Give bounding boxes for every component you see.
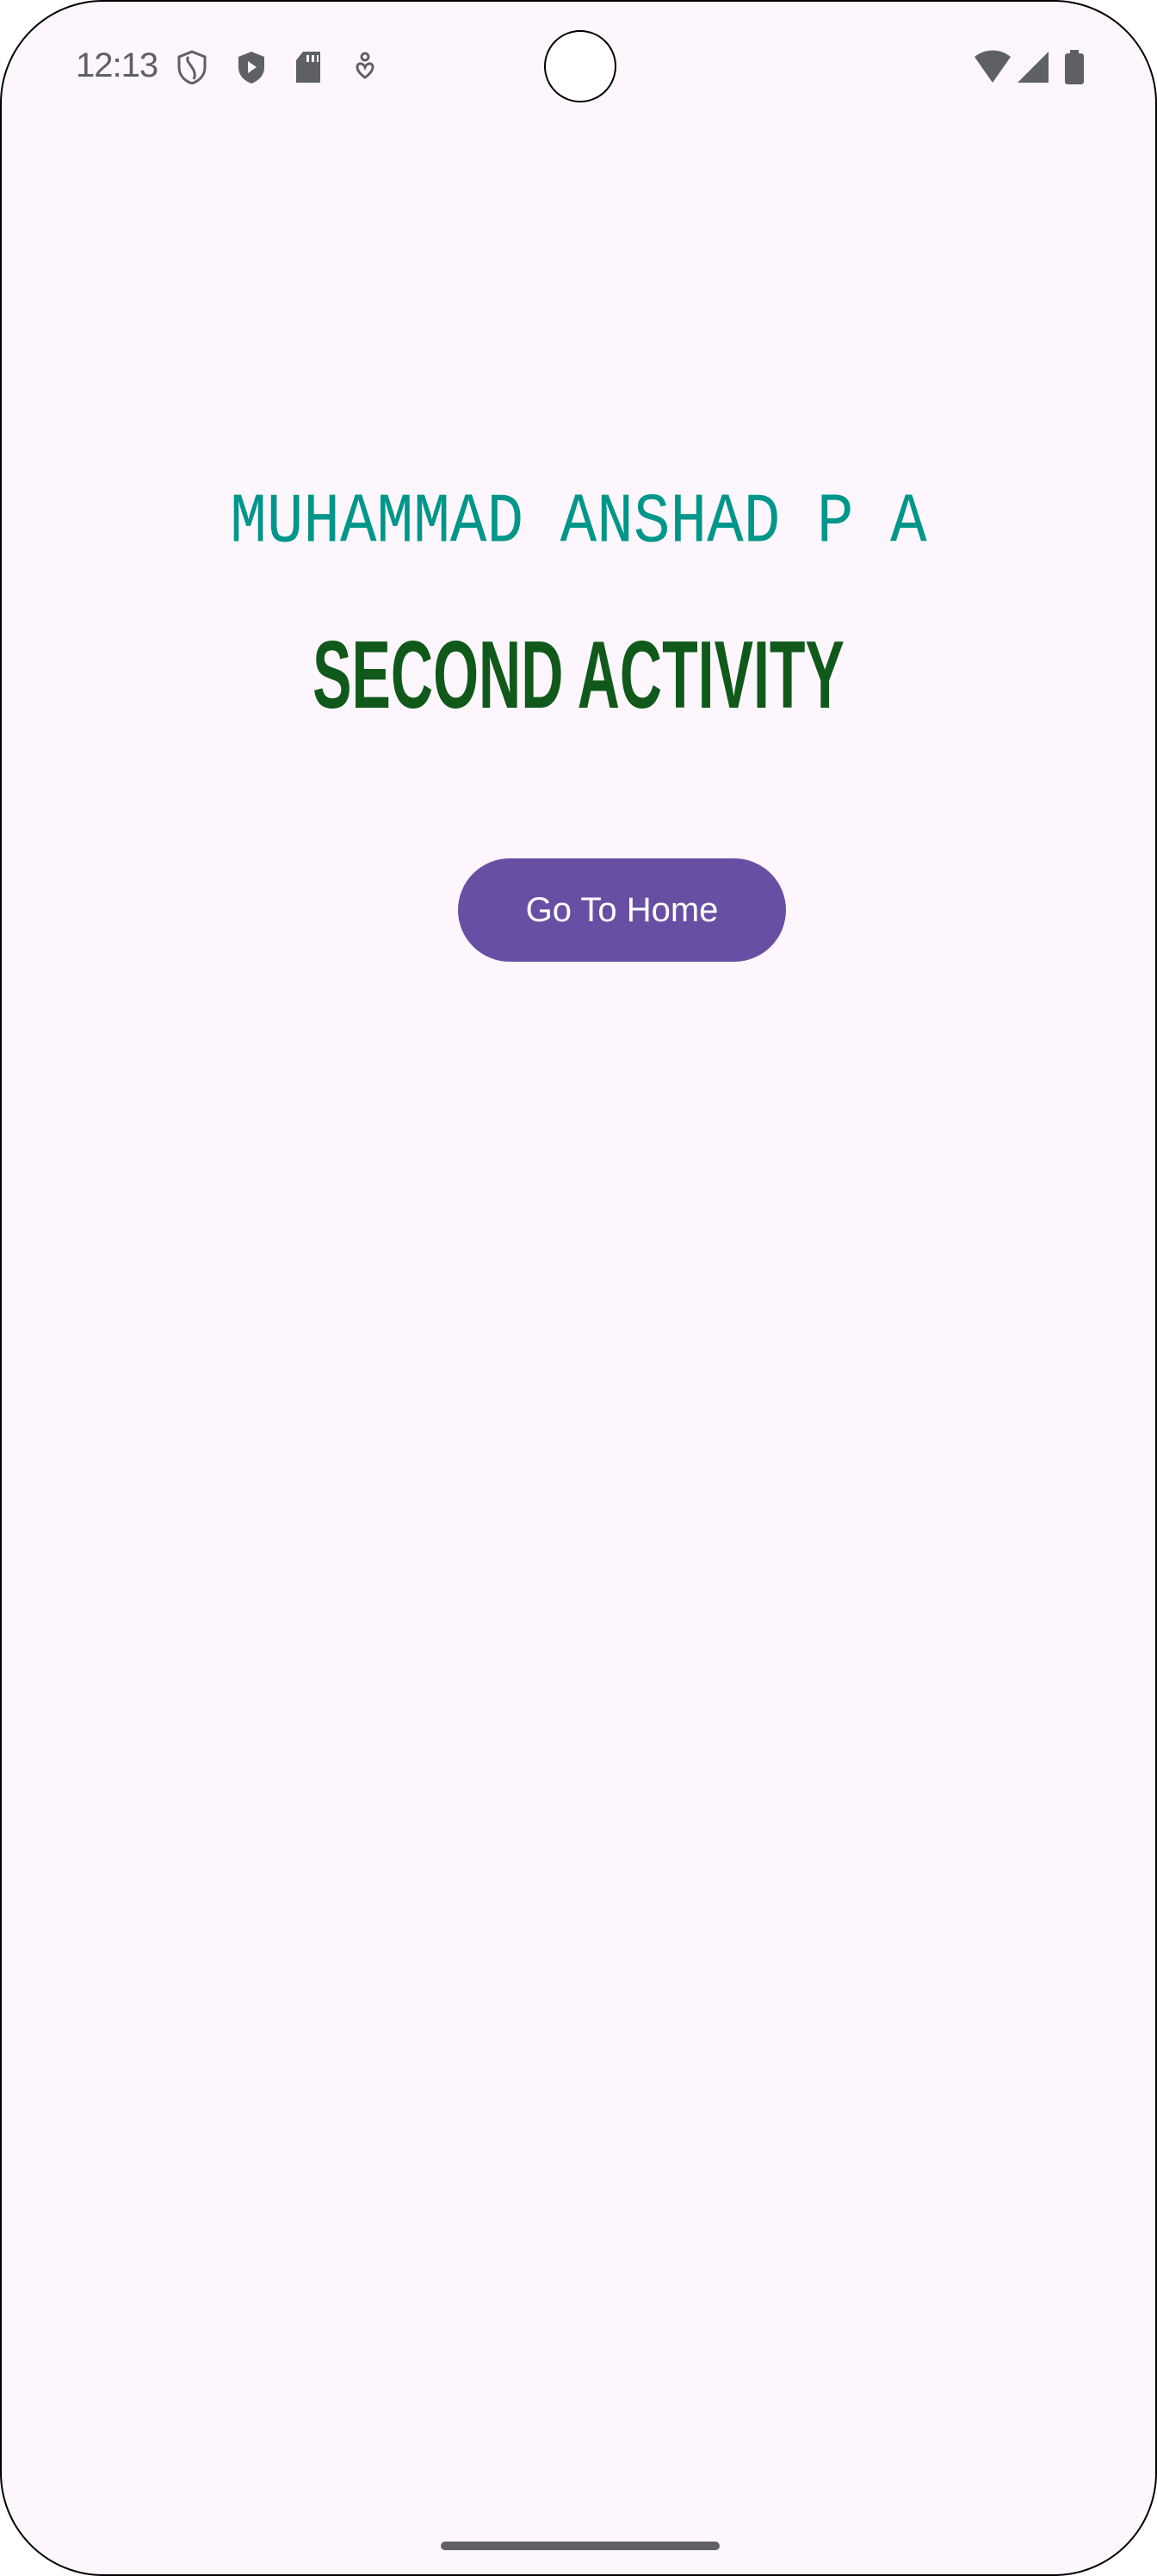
phone-screen: 12:13 MUHAMMAD ANSHAD P A SECOND ACTIVIT bbox=[0, 0, 1157, 2576]
home-gesture-bar[interactable] bbox=[441, 2542, 720, 2550]
battery-icon bbox=[1065, 50, 1084, 84]
status-bar: 12:13 bbox=[2, 2, 1155, 131]
name-text: MUHAMMAD ANSHAD P A bbox=[230, 484, 927, 563]
signal-icon bbox=[1018, 52, 1049, 83]
shield-icon bbox=[177, 50, 207, 84]
play-protect-icon bbox=[238, 52, 264, 84]
status-time: 12:13 bbox=[76, 46, 158, 84]
go-to-home-button[interactable]: Go To Home bbox=[458, 858, 786, 962]
camera-cutout bbox=[544, 30, 616, 102]
wifi-icon bbox=[974, 50, 1011, 83]
accessibility-icon bbox=[356, 52, 374, 79]
sd-card-icon bbox=[296, 52, 320, 83]
page-title: SECOND ACTIVITY bbox=[312, 621, 845, 729]
